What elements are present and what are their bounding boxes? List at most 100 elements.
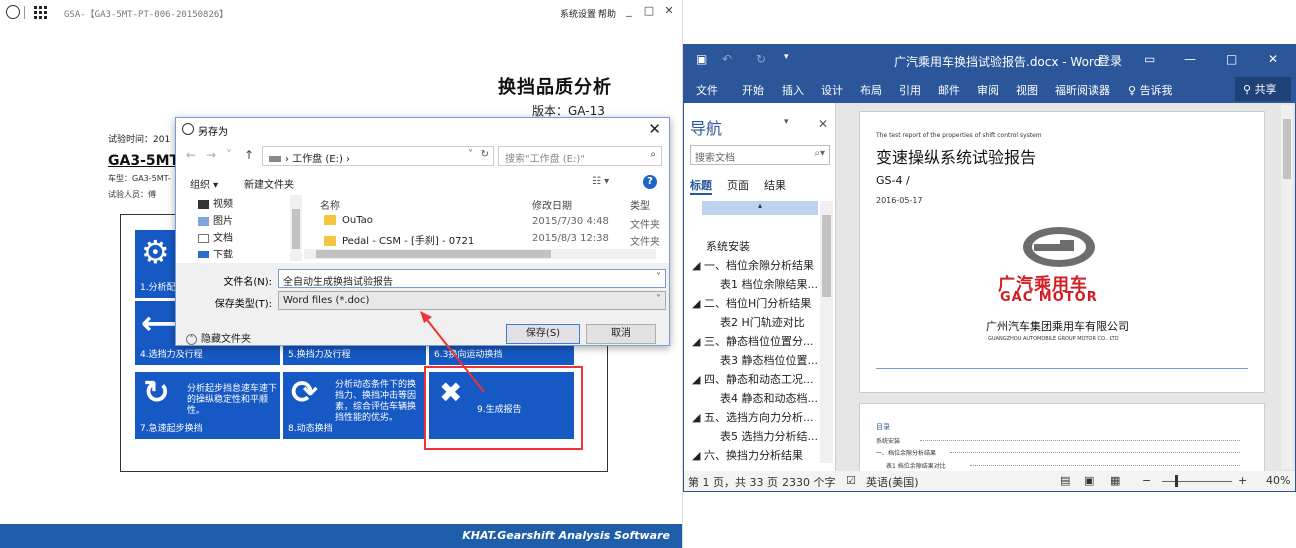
save-button[interactable]: 保存(S) [506,324,580,344]
nav-tab-pages[interactable]: 页面 [727,177,749,193]
tile-dynamic-shift[interactable]: ⟳ 分析动态条件下的换挡力、换挡冲击等因素，综合评估车辆换挡性能的优劣。 8.动… [283,372,426,439]
file-row[interactable]: Pedal - CSM - [手刹] - 0721 2015/8/3 12:38… [304,232,664,248]
zoom-slider[interactable] [1162,481,1232,482]
hide-folders-toggle[interactable]: ˄ 隐藏文件夹 [186,330,251,345]
nav-item[interactable]: ◢ 六、换挡力分析结果 [692,447,803,463]
print-layout-icon[interactable]: ▣ [1084,474,1094,487]
close-button[interactable]: ✕ [662,4,676,18]
nav-item[interactable]: 系统安装 [706,238,750,254]
tree-item-downloads[interactable]: 下载 [198,246,233,258]
ribbon-display-icon[interactable]: ▭ [1144,52,1155,66]
nav-options-chevron-icon[interactable]: ▾ [784,117,789,127]
nav-item[interactable]: 表3 静态档位位置... [720,352,818,368]
tab-foxit[interactable]: 福昕阅读器 [1055,82,1110,98]
nav-item[interactable]: 表5 选挡力分析结... [720,428,818,444]
maximize-button[interactable]: □ [642,4,656,18]
document-scrollbar[interactable] [1281,105,1293,469]
close-button[interactable]: ✕ [1268,52,1278,66]
zoom-level[interactable]: 40% [1266,474,1290,487]
chevron-down-icon[interactable]: ˅ [468,149,473,160]
nav-scroll-thumb[interactable] [822,215,831,297]
search-icon[interactable]: ⌕▾ [814,148,825,159]
file-list-hscroll[interactable] [304,249,656,259]
chevron-down-icon[interactable]: ˅ [656,272,661,283]
back-arrow-icon[interactable]: ← [186,148,196,162]
nav-item[interactable]: ◢ 五、选挡方向力分析... [692,409,813,425]
recent-chevron-icon[interactable]: ˅ [226,148,232,162]
file-row[interactable]: OuTao 2015/7/30 4:48 文件夹 [304,215,664,231]
dialog-close-button[interactable]: ✕ [648,120,661,138]
nav-tab-headings[interactable]: 标题 [690,177,712,193]
refresh-icon[interactable]: ↻ [481,149,489,160]
language[interactable]: 英语(美国) [866,474,919,490]
nav-item[interactable]: ◢ 一、档位余隙分析结果 [692,257,814,273]
tab-file[interactable]: 文件 [696,82,718,98]
tree-item-videos[interactable]: 视频 [198,195,233,211]
organize-button[interactable]: 组织 ▾ [190,176,218,191]
zoom-out-icon[interactable]: − [1142,474,1151,487]
tell-me-search[interactable]: ♀ 告诉我 [1128,82,1173,98]
hscroll-thumb[interactable] [316,250,551,258]
tab-references[interactable]: 引用 [899,82,921,98]
redo-icon[interactable]: ↻ [756,52,766,66]
nav-item[interactable]: ◢ 四、静态和动态工况... [692,371,813,387]
tile-idle-start-shift[interactable]: ↻ 分析起步挡怠速车速下的操纵稳定性和平顺性。 7.急速起步换挡 [135,372,280,439]
tab-layout[interactable]: 布局 [860,82,882,98]
document-page-2[interactable]: 目录 系统安装 一、档位余隙分析结果 表1 档位余隙结果对比 [859,403,1265,473]
cancel-button[interactable]: 取消 [586,324,656,344]
filename-input[interactable]: 全自动生成换挡试验报告 ˅ [278,269,666,288]
document-page-1[interactable]: The test report of the properties of shi… [859,111,1265,393]
word-count[interactable]: 2330 个字 [782,474,836,490]
up-arrow-icon[interactable]: ↑ [244,148,254,162]
nav-close-icon[interactable]: ✕ [818,117,828,131]
nav-item[interactable]: 表2 H门轨迹对比 [720,314,805,330]
nav-tab-results[interactable]: 结果 [764,177,786,193]
nav-selected-heading[interactable]: ▴ [702,201,818,215]
column-type[interactable]: 类型 [630,197,650,212]
tab-insert[interactable]: 插入 [782,82,804,98]
proofing-icon[interactable]: ☑ [846,474,856,487]
minimize-button[interactable]: — [1184,52,1196,66]
nav-search-input[interactable]: 搜索文档 ⌕▾ [690,145,830,165]
word-titlebar[interactable]: ▣ ↶ ↻ ▾ 广汽乘用车换挡试验报告.docx - Word 登录 ▭ — □… [684,45,1295,75]
tab-review[interactable]: 审阅 [977,82,999,98]
tab-home[interactable]: 开始 [742,82,764,98]
save-icon[interactable]: ▣ [696,52,707,66]
login-link[interactable]: 登录 [1098,52,1122,69]
tree-scroll-thumb[interactable] [292,209,300,249]
column-name[interactable]: 名称 [320,197,340,212]
quick-access-dropdown-icon[interactable]: ▾ [784,52,789,62]
zoom-in-icon[interactable]: + [1238,474,1247,487]
zoom-slider-thumb[interactable] [1175,475,1178,487]
column-date[interactable]: 修改日期 [532,197,572,212]
tab-mailings[interactable]: 邮件 [938,82,960,98]
web-layout-icon[interactable]: ▦ [1110,474,1120,487]
new-folder-button[interactable]: 新建文件夹 [244,176,294,191]
grid-menu-icon[interactable] [34,6,47,19]
nav-scrollbar[interactable] [820,201,833,463]
nav-item[interactable]: 表1 档位余隙结果... [720,276,818,292]
menu-help[interactable]: 帮助 [598,7,616,20]
nav-item[interactable]: ◢ 二、档位H门分析结果 [692,295,811,311]
help-icon[interactable]: ? [643,175,657,189]
tree-scrollbar[interactable] [290,195,302,261]
minimize-button[interactable]: _ [622,4,636,18]
maximize-button[interactable]: □ [1226,52,1237,66]
view-options-icon[interactable]: ☷ ▾ [592,176,609,187]
dialog-titlebar[interactable]: 另存为 ✕ [176,118,669,142]
tab-view[interactable]: 视图 [1016,82,1038,98]
tree-item-documents[interactable]: 文档 [198,229,233,245]
document-scroll-thumb[interactable] [1283,119,1291,179]
address-bar[interactable]: › 工作盘 (E:) › ˅ ↻ [262,146,494,166]
app-logo-icon[interactable] [6,5,20,19]
share-button[interactable]: ⚲ 共享 [1235,77,1291,101]
nav-item[interactable]: ◢ 三、静态档位位置分... [692,333,813,349]
undo-icon[interactable]: ↶ [722,52,732,66]
forward-arrow-icon[interactable]: → [206,148,216,162]
tab-design[interactable]: 设计 [821,82,843,98]
tree-item-pictures[interactable]: 图片 [198,212,233,228]
read-mode-icon[interactable]: ▤ [1060,474,1070,487]
page-count[interactable]: 第 1 页，共 33 页 [688,474,778,490]
search-input[interactable]: 搜索"工作盘 (E:)" ⌕ [498,146,662,166]
nav-item[interactable]: 表4 静态和动态档... [720,390,818,406]
